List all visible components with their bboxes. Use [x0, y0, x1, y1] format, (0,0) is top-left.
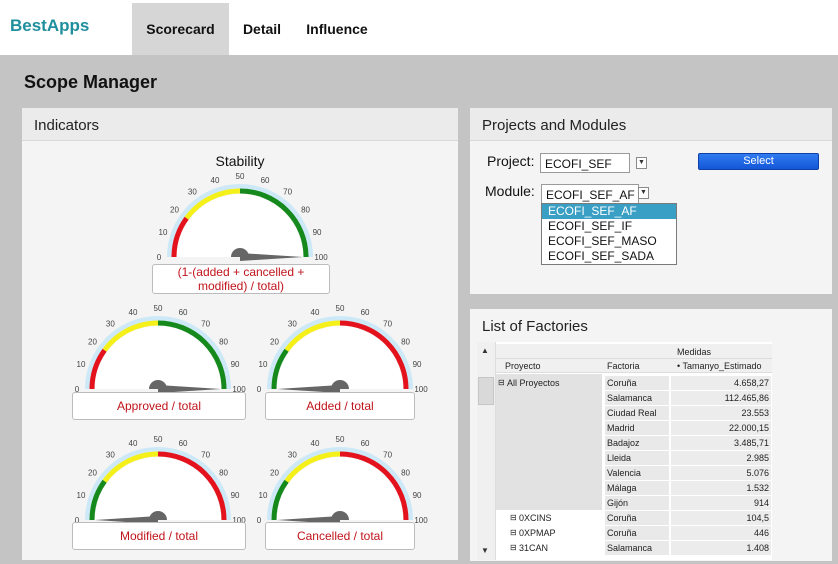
factoria-cell: Gijón	[607, 498, 629, 508]
value-cell: 446	[753, 528, 769, 538]
gauge-title: Stability	[215, 153, 265, 169]
expand-toggle-icon: ⊟	[510, 543, 517, 552]
factories-header: List of Factories	[470, 309, 832, 342]
value-cell: 22.000,15	[728, 423, 769, 433]
tab-scorecard[interactable]: Scorecard	[132, 3, 229, 55]
proyecto-cell: 0XCINS	[519, 513, 552, 523]
projects-panel: Projects and Modules	[470, 108, 832, 294]
factoria-cell: Coruña	[607, 513, 637, 523]
project-label: Project:	[487, 153, 535, 169]
module-dropdown-list: ECOFI_SEF_AF ECOFI_SEF_IF ECOFI_SEF_MASO…	[541, 203, 677, 265]
proyecto-cell: 0XPMAP	[519, 528, 556, 538]
indicators-panel: Indicators	[22, 108, 458, 560]
gauge-label: Modified / total	[72, 522, 246, 550]
chevron-down-icon[interactable]: ▼	[638, 187, 649, 199]
factoria-cell: Lleida	[607, 453, 632, 463]
module-label: Module:	[485, 183, 535, 199]
scrollbar-thumb[interactable]	[478, 377, 494, 405]
module-select[interactable]: ECOFI_SEF_AF	[541, 184, 639, 204]
module-option[interactable]: ECOFI_SEF_IF	[542, 219, 676, 234]
projects-header: Projects and Modules	[470, 108, 832, 141]
top-bar: BestApps Scorecard Detail Influence	[0, 0, 838, 55]
medidas-header: Medidas	[677, 347, 712, 357]
group-band	[496, 374, 602, 510]
indicators-header: Indicators	[22, 108, 458, 141]
tab-influence[interactable]: Influence	[296, 3, 378, 55]
factoria-cell: Salamanca	[607, 393, 653, 403]
module-option[interactable]: ECOFI_SEF_MASO	[542, 234, 676, 249]
module-option[interactable]: ECOFI_SEF_SADA	[542, 249, 676, 264]
chevron-down-icon[interactable]: ▼	[636, 157, 647, 169]
proyecto-cell: 31CAN	[519, 543, 549, 553]
project-select[interactable]: ECOFI_SEF	[540, 153, 630, 173]
value-cell: 914	[753, 498, 769, 508]
module-option[interactable]: ECOFI_SEF_AF	[542, 204, 676, 219]
expand-toggle-icon: ⊟	[510, 528, 517, 537]
select-button[interactable]: Select	[698, 153, 819, 170]
factoria-cell: Málaga	[607, 483, 637, 493]
value-cell: 1.532	[746, 483, 769, 493]
col-header-factoria: Factoria	[607, 361, 640, 371]
factoria-cell: Coruña	[607, 528, 637, 538]
gauge-label: Approved / total	[72, 392, 246, 420]
col-header-proyecto: Proyecto	[505, 361, 541, 371]
value-cell: 4.658,27	[733, 378, 769, 388]
gauge-label: Cancelled / total	[265, 522, 415, 550]
factoria-cell: Coruña	[607, 378, 637, 388]
factoria-cell: Valencia	[607, 468, 641, 478]
factoria-cell: Madrid	[607, 423, 635, 433]
value-cell: 104,5	[746, 513, 769, 523]
value-cell: 5.076	[746, 468, 769, 478]
value-cell: 1.408	[746, 543, 769, 553]
value-cell: 23.553	[741, 408, 769, 418]
value-cell: 112.465,86	[724, 393, 769, 403]
vertical-scrollbar[interactable]: ▲ ▼	[477, 342, 496, 560]
gauge-label: (1-(added + cancelled + modified) / tota…	[152, 264, 330, 294]
page-title: Scope Manager	[24, 72, 158, 92]
module-select-value: ECOFI_SEF_AF	[546, 188, 635, 202]
value-cell: 2.985	[746, 453, 769, 463]
factories-pivot-table[interactable]: Medidas Proyecto Factoria • Tamanyo_Estimad…	[477, 342, 772, 560]
project-select-value: ECOFI_SEF	[545, 157, 612, 171]
factoria-cell: Badajoz	[607, 438, 640, 448]
expand-toggle-icon: ⊟	[510, 513, 517, 522]
brand-logo[interactable]: BestApps	[10, 16, 89, 36]
header-band	[496, 344, 772, 358]
value-cell: 3.485,71	[733, 438, 769, 448]
col-header-measure: • Tamanyo_Estimado	[677, 361, 762, 371]
gauge-label: Added / total	[265, 392, 415, 420]
scroll-up-icon[interactable]: ▲	[481, 346, 489, 355]
factoria-cell: Ciudad Real	[607, 408, 657, 418]
tab-detail[interactable]: Detail	[232, 3, 292, 55]
factoria-cell: Salamanca	[607, 543, 653, 553]
expand-toggle-icon: ⊟	[498, 378, 505, 387]
proyecto-cell: All Proyectos	[507, 378, 560, 388]
scroll-down-icon[interactable]: ▼	[481, 546, 489, 555]
